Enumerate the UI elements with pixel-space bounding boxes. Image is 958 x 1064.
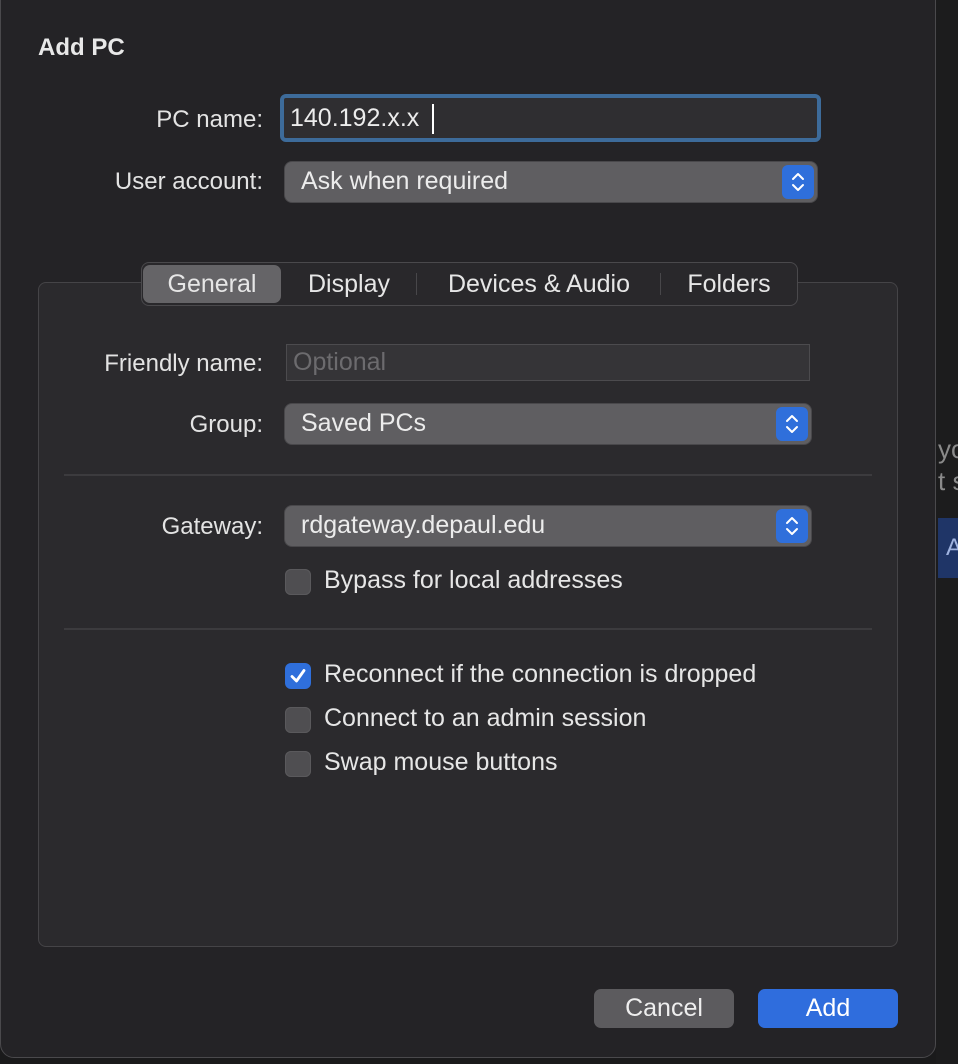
add-button[interactable]: Add bbox=[758, 989, 898, 1028]
swap-mouse-checkbox[interactable] bbox=[285, 751, 311, 777]
tab-divider bbox=[660, 273, 661, 295]
pc-name-field-wrapper bbox=[280, 94, 821, 142]
admin-session-label: Connect to an admin session bbox=[324, 704, 647, 732]
user-account-popup[interactable]: Ask when required bbox=[285, 162, 817, 202]
user-account-value: Ask when required bbox=[301, 167, 509, 195]
tab-divider bbox=[416, 273, 417, 295]
swap-mouse-label: Swap mouse buttons bbox=[324, 748, 558, 776]
cancel-button[interactable]: Cancel bbox=[594, 989, 734, 1028]
background-text: t s bbox=[938, 466, 958, 496]
gateway-value: rdgateway.depaul.edu bbox=[301, 511, 546, 539]
pc-name-input[interactable] bbox=[290, 98, 810, 138]
tab-content-panel bbox=[38, 282, 898, 947]
reconnect-label: Reconnect if the connection is dropped bbox=[324, 660, 757, 688]
friendly-name-input[interactable] bbox=[293, 345, 793, 380]
bypass-local-checkbox[interactable] bbox=[285, 569, 311, 595]
dialog-title: Add PC bbox=[38, 34, 125, 61]
popup-chevron-updown-icon bbox=[776, 509, 808, 543]
checkmark-icon bbox=[290, 669, 306, 683]
bypass-local-label: Bypass for local addresses bbox=[324, 566, 623, 594]
background-button-label: A bbox=[946, 534, 958, 561]
popup-chevron-updown-icon bbox=[782, 165, 814, 199]
background-text: yo bbox=[938, 434, 958, 464]
popup-chevron-updown-icon bbox=[776, 407, 808, 441]
text-caret bbox=[432, 104, 434, 134]
tab-folders[interactable]: Folders bbox=[662, 265, 796, 303]
admin-session-checkbox[interactable] bbox=[285, 707, 311, 733]
tab-display[interactable]: Display bbox=[284, 265, 414, 303]
pc-name-label: PC name: bbox=[156, 106, 263, 133]
user-account-label: User account: bbox=[114, 168, 263, 195]
background-button[interactable]: A bbox=[938, 518, 958, 578]
group-popup[interactable]: Saved PCs bbox=[285, 404, 811, 444]
tab-general[interactable]: General bbox=[143, 265, 281, 303]
friendly-name-label: Friendly name: bbox=[104, 350, 263, 377]
gateway-popup[interactable]: rdgateway.depaul.edu bbox=[285, 506, 811, 546]
separator bbox=[64, 474, 872, 476]
tab-devices-audio[interactable]: Devices & Audio bbox=[418, 265, 660, 303]
gateway-label: Gateway: bbox=[161, 513, 263, 540]
friendly-name-field-wrapper bbox=[286, 344, 810, 381]
reconnect-checkbox[interactable] bbox=[285, 663, 311, 689]
tab-bar: General Display Devices & Audio Folders bbox=[141, 262, 798, 306]
group-label: Group: bbox=[189, 411, 263, 438]
separator bbox=[64, 628, 872, 630]
group-value: Saved PCs bbox=[301, 409, 427, 437]
